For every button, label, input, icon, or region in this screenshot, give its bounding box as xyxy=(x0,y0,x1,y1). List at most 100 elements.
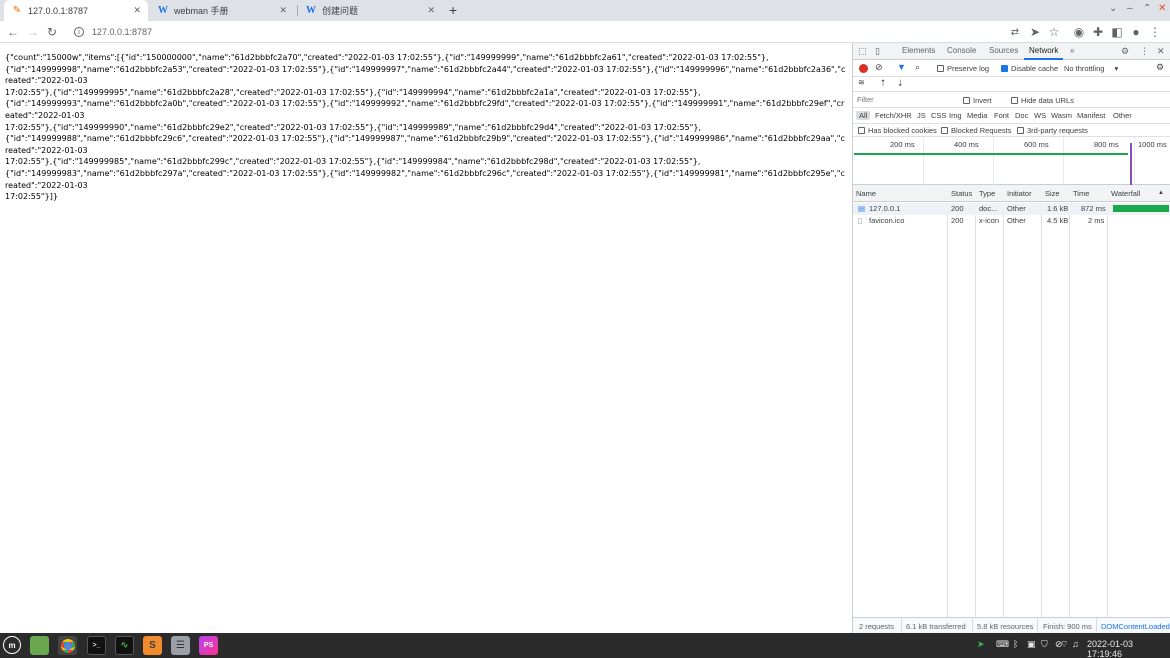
type-filter-manifest[interactable]: Manifest xyxy=(1077,111,1105,120)
import-har-icon[interactable]: ⭡ xyxy=(881,78,885,89)
wifi-icon[interactable]: ⌔ xyxy=(1060,639,1068,650)
preserve-log-checkbox[interactable]: Preserve log xyxy=(937,64,989,73)
tab-create-issue[interactable]: W 创建问题 ✕ xyxy=(298,0,442,21)
column-name[interactable]: Name xyxy=(856,189,876,198)
blocked-requests-checkbox[interactable]: Blocked Requests xyxy=(941,126,1011,135)
reload-icon[interactable]: ↻ xyxy=(44,24,60,40)
restore-icon[interactable]: ⌃ xyxy=(1143,3,1151,14)
disable-cache-checkbox[interactable]: Disable cache xyxy=(1001,64,1058,73)
timeline-tick: 600 ms xyxy=(1024,140,1049,149)
close-devtools-icon[interactable]: ✕ xyxy=(1157,46,1165,57)
close-tab-icon[interactable]: ✕ xyxy=(427,5,435,16)
filter-funnel-icon[interactable]: ▼ xyxy=(897,62,906,72)
invert-checkbox[interactable]: Invert xyxy=(963,96,992,105)
type-filter-css[interactable]: CSS xyxy=(931,111,946,120)
type-filter-font[interactable]: Font xyxy=(994,111,1009,120)
column-size[interactable]: Size xyxy=(1045,189,1060,198)
clear-icon[interactable]: ⊘ xyxy=(875,62,883,73)
timeline-tick: 1000 ms xyxy=(1138,140,1167,149)
sublime-icon[interactable]: S xyxy=(143,636,162,655)
request-type: doc... xyxy=(979,204,998,213)
column-status[interactable]: Status xyxy=(951,189,972,198)
close-tab-icon[interactable]: ✕ xyxy=(279,5,287,16)
summary-divider xyxy=(1096,618,1097,634)
site-info-icon[interactable]: i xyxy=(74,27,84,37)
settings-gear-icon[interactable]: ⚙ xyxy=(1121,46,1129,57)
extension-icon[interactable]: ◉ xyxy=(1071,24,1087,40)
type-filter-img[interactable]: Img xyxy=(949,111,962,120)
type-filter-other[interactable]: Other xyxy=(1113,111,1132,120)
tab-localhost[interactable]: ✎ 127.0.0.1:8787 ✕ xyxy=(4,0,148,21)
column-divider xyxy=(1003,203,1004,629)
column-waterfall[interactable]: Waterfall xyxy=(1111,189,1140,198)
folder-icon[interactable] xyxy=(30,636,49,655)
type-filter-doc[interactable]: Doc xyxy=(1015,111,1028,120)
network-conditions-icon[interactable]: ≋ xyxy=(858,78,865,87)
hide-data-urls-checkbox[interactable]: Hide data URLs xyxy=(1011,96,1074,105)
has-blocked-cookies-box xyxy=(858,127,865,134)
shield-icon[interactable]: ⛉ xyxy=(1041,639,1048,650)
chrome-icon[interactable] xyxy=(58,636,77,655)
type-filter-ws[interactable]: WS xyxy=(1034,111,1046,120)
system-monitor-icon[interactable]: ∿ xyxy=(115,636,134,655)
search-icon[interactable]: ⌕ xyxy=(915,62,920,73)
profile-avatar-icon[interactable]: ● xyxy=(1128,24,1144,40)
request-size: 1.6 kB xyxy=(1047,204,1069,213)
clock[interactable]: 2022-01-03 17:19:46 xyxy=(1087,639,1170,658)
throttling-select[interactable]: No throttling ▾ xyxy=(1064,64,1118,73)
inspect-element-icon[interactable]: ⬚ xyxy=(858,46,867,57)
forward-icon[interactable]: → xyxy=(25,24,41,40)
network-settings-icon[interactable]: ⚙ xyxy=(1156,62,1164,73)
sound-icon[interactable]: ♫ xyxy=(1072,639,1079,649)
type-filter-js[interactable]: JS xyxy=(917,111,926,120)
puzzle-extensions-icon[interactable]: ✚ xyxy=(1090,24,1106,40)
chrome-logo-icon xyxy=(60,638,75,653)
address-bar[interactable]: i 127.0.0.1:8787 xyxy=(66,23,946,41)
mint-menu-icon[interactable]: m xyxy=(3,636,21,654)
w-favicon-icon: W xyxy=(158,5,168,16)
third-party-checkbox[interactable]: 3rd-party requests xyxy=(1017,126,1088,135)
timeline-gridline xyxy=(923,137,924,185)
type-filter-wasm[interactable]: Wasm xyxy=(1051,111,1072,120)
request-row[interactable]: ▤ 127.0.0.1 200 doc... Other 1.6 kB 872 … xyxy=(853,203,1170,215)
close-tab-icon[interactable]: ✕ xyxy=(133,5,141,16)
column-initiator[interactable]: Initiator xyxy=(1007,189,1032,198)
database-icon[interactable]: ☰ xyxy=(171,636,190,655)
tab-elements[interactable]: Elements xyxy=(902,46,935,55)
has-blocked-cookies-checkbox[interactable]: Has blocked cookies xyxy=(858,126,937,135)
record-icon[interactable] xyxy=(859,64,868,73)
network-overview-timeline[interactable]: 200 ms 400 ms 600 ms 800 ms 1000 ms xyxy=(853,137,1170,185)
new-tab-button[interactable]: + xyxy=(449,2,457,18)
terminal-icon[interactable]: >_ xyxy=(87,636,106,655)
request-row[interactable]: ▯ favicon.ico 200 x-icon Other 4.5 kB 2 … xyxy=(853,215,1170,227)
clipboard-icon[interactable]: ▣ xyxy=(1027,639,1036,650)
bookmark-star-icon[interactable]: ☆ xyxy=(1046,24,1062,40)
back-icon[interactable]: ← xyxy=(5,24,21,40)
tab-network[interactable]: Network xyxy=(1023,46,1064,60)
type-filter-fetch[interactable]: Fetch/XHR xyxy=(875,111,912,120)
translate-icon[interactable]: ⇄ xyxy=(1007,24,1023,40)
more-tabs-button[interactable]: » xyxy=(1070,46,1074,55)
minimize-icon[interactable]: – xyxy=(1127,3,1133,14)
devtools-menu-icon[interactable]: ⋮ xyxy=(1140,46,1149,57)
tab-search-icon[interactable]: ⌄ xyxy=(1109,3,1117,14)
tab-sources[interactable]: Sources xyxy=(989,46,1018,55)
export-har-icon[interactable]: ⭣ xyxy=(898,78,902,89)
device-toolbar-icon[interactable]: ▯ xyxy=(875,46,880,57)
timeline-tick: 200 ms xyxy=(890,140,915,149)
type-filter-all[interactable]: All xyxy=(856,111,871,120)
close-window-icon[interactable]: ✕ xyxy=(1158,3,1166,14)
side-panel-icon[interactable]: ◧ xyxy=(1109,24,1125,40)
send-icon[interactable]: ➤ xyxy=(1027,24,1043,40)
type-filter-media[interactable]: Media xyxy=(967,111,987,120)
tab-console[interactable]: Console xyxy=(947,46,976,55)
tab-webman-manual[interactable]: W webman 手册 ✕ xyxy=(150,0,294,21)
telegram-icon[interactable]: ➤ xyxy=(977,639,985,650)
column-time[interactable]: Time xyxy=(1073,189,1089,198)
phpstorm-icon[interactable]: PS xyxy=(199,636,218,655)
bluetooth-icon[interactable]: ᛒ xyxy=(1013,639,1018,649)
filter-input[interactable] xyxy=(856,94,958,105)
column-type[interactable]: Type xyxy=(979,189,995,198)
keyboard-icon[interactable]: ⌨ xyxy=(996,639,1009,650)
menu-kebab-icon[interactable]: ⋮ xyxy=(1147,24,1163,40)
